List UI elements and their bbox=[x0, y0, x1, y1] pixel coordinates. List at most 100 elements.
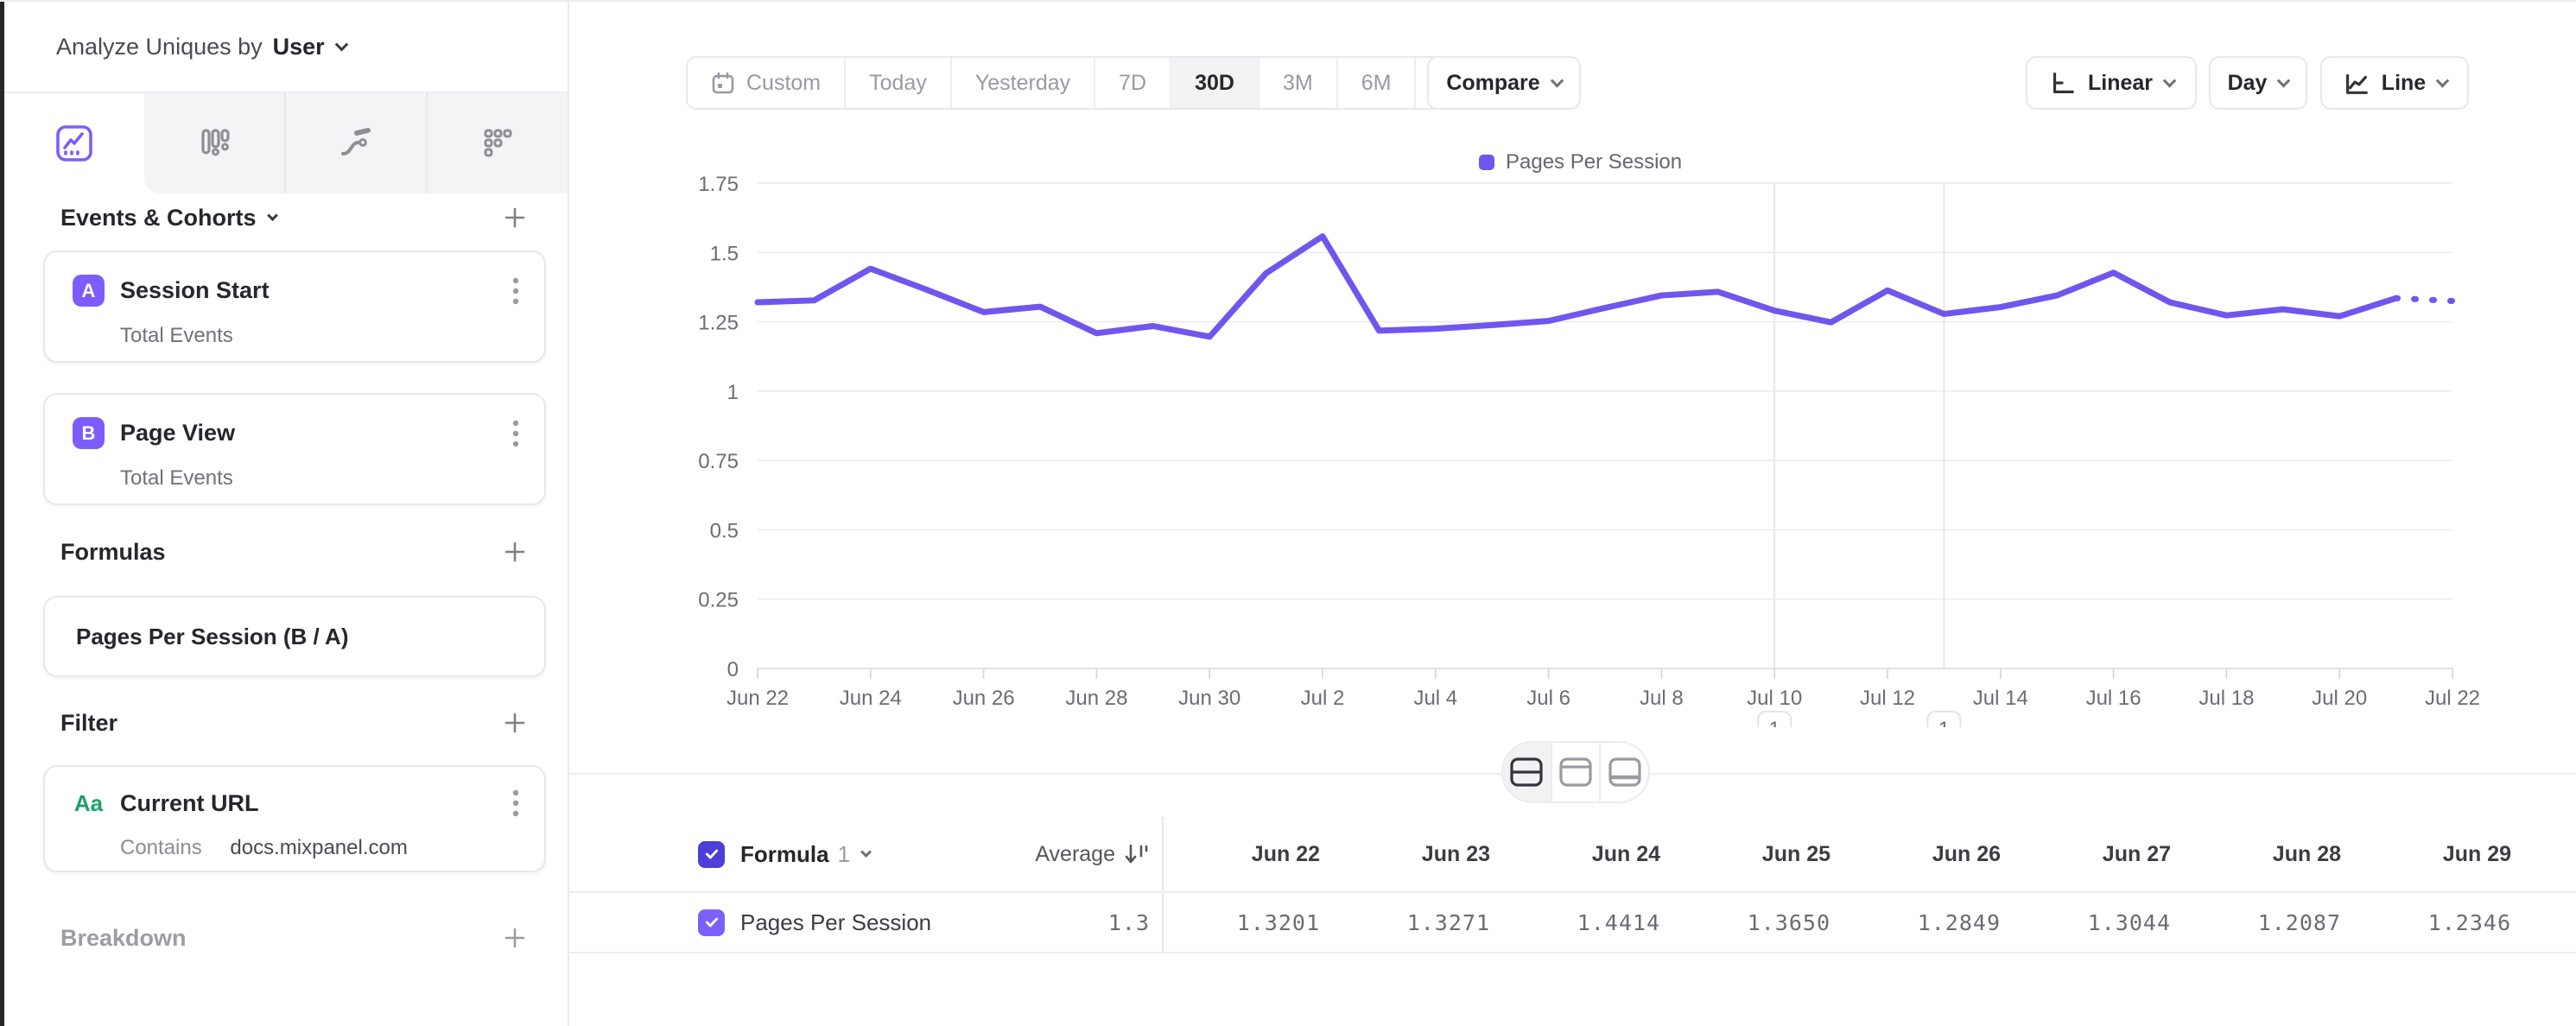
formula-card[interactable]: Pages Per Session (B / A) bbox=[43, 596, 546, 677]
cell-value: 1.4414 bbox=[1504, 910, 1674, 935]
chevron-down-icon bbox=[2163, 73, 2177, 87]
svg-text:Jun 22: Jun 22 bbox=[726, 687, 789, 710]
svg-text:Jun 26: Jun 26 bbox=[953, 687, 1015, 710]
cell-value: 1.3201 bbox=[1164, 910, 1334, 935]
uniques-entity-value: User bbox=[273, 34, 325, 60]
interval-label: Day bbox=[2228, 71, 2268, 96]
event-card-session-start[interactable]: A Session Start Total Events bbox=[43, 250, 546, 363]
chart-type-label: Line bbox=[2382, 71, 2426, 96]
event-metric[interactable]: Total Events bbox=[45, 307, 544, 348]
filter-property-name: Current URL bbox=[120, 790, 511, 817]
select-all-checkbox[interactable] bbox=[698, 841, 725, 868]
svg-text:Jun 28: Jun 28 bbox=[1065, 687, 1127, 710]
svg-text:0: 0 bbox=[727, 658, 739, 681]
add-formula-button[interactable] bbox=[501, 538, 529, 566]
breakdown-section-title: Breakdown bbox=[60, 925, 187, 952]
tab-flows[interactable] bbox=[284, 93, 426, 193]
range-option-30d[interactable]: 30D bbox=[1170, 58, 1258, 108]
svg-text:0.25: 0.25 bbox=[698, 589, 739, 612]
scale-label: Linear bbox=[2088, 71, 2153, 96]
svg-text:Jul 8: Jul 8 bbox=[1640, 687, 1684, 710]
sort-icon bbox=[1124, 842, 1150, 866]
date-column-header: Jun 23 bbox=[1334, 842, 1504, 867]
date-column-header: Jun 28 bbox=[2185, 842, 2355, 867]
add-filter-button[interactable] bbox=[501, 709, 529, 737]
calendar-icon bbox=[711, 71, 735, 95]
events-section-header: Events & Cohorts bbox=[9, 199, 574, 237]
svg-text:Jul 20: Jul 20 bbox=[2312, 687, 2367, 710]
kebab-menu-icon[interactable] bbox=[511, 276, 520, 307]
table-view-icon bbox=[1607, 757, 1643, 788]
cell-value: 1.3271 bbox=[1334, 910, 1504, 935]
event-letter-badge: B bbox=[73, 417, 105, 449]
date-column-header: Jun 26 bbox=[1844, 842, 2014, 867]
svg-text:Jul 2: Jul 2 bbox=[1301, 687, 1345, 710]
cell-value: 1.2849 bbox=[1844, 910, 2014, 935]
line-chart[interactable]: 1.751.51.2510.750.50.250Jun 22Jun 24Jun … bbox=[569, 131, 2576, 727]
formulas-section-title: Formulas bbox=[60, 539, 166, 566]
table-header-row: Formula 1 Average Jun 22Jun 23Jun 24Jun … bbox=[569, 817, 2576, 891]
filter-card-current-url[interactable]: Aa Current URL Contains docs.mixpanel.co… bbox=[43, 765, 546, 872]
compare-button[interactable]: Compare bbox=[1427, 56, 1581, 110]
kebab-menu-icon[interactable] bbox=[511, 788, 520, 819]
formula-name: Pages Per Session (B / A) bbox=[76, 624, 348, 650]
line-chart-icon bbox=[2342, 69, 2370, 97]
annotation-badge[interactable]: 1 bbox=[1758, 712, 1791, 727]
linear-axis-icon bbox=[2048, 69, 2076, 97]
range-option-3m[interactable]: 3M bbox=[1258, 58, 1336, 108]
compare-label: Compare bbox=[1446, 71, 1539, 96]
formula-dropdown[interactable]: Formula 1 bbox=[740, 841, 999, 868]
split-view-icon bbox=[1508, 757, 1545, 788]
range-option-7d[interactable]: 7D bbox=[1094, 58, 1170, 108]
tab-retention[interactable] bbox=[426, 93, 568, 193]
tab-insights[interactable] bbox=[4, 93, 144, 193]
range-option-custom[interactable]: Custom bbox=[688, 58, 844, 108]
analyze-header: Analyze Uniques by User bbox=[4, 2, 568, 93]
svg-text:1: 1 bbox=[1769, 718, 1780, 727]
date-column-header: Jun 29 bbox=[2355, 842, 2525, 867]
range-option-today[interactable]: Today bbox=[844, 58, 950, 108]
results-table: Formula 1 Average Jun 22Jun 23Jun 24Jun … bbox=[569, 817, 2576, 953]
layout-table-button[interactable] bbox=[1599, 743, 1648, 801]
interval-dropdown[interactable]: Day bbox=[2209, 56, 2307, 110]
layout-chart-button[interactable] bbox=[1551, 743, 1600, 801]
series-average: 1.3 bbox=[999, 910, 1150, 935]
range-option-6m[interactable]: 6M bbox=[1336, 58, 1415, 108]
series-checkbox[interactable] bbox=[698, 909, 725, 936]
insights-chart-icon bbox=[54, 123, 95, 164]
string-type-icon: Aa bbox=[73, 790, 105, 817]
add-event-button[interactable] bbox=[501, 204, 529, 231]
svg-text:Jul 10: Jul 10 bbox=[1747, 687, 1802, 710]
add-breakdown-button[interactable] bbox=[501, 924, 529, 952]
chevron-down-icon bbox=[334, 37, 348, 51]
svg-text:Jun 30: Jun 30 bbox=[1178, 687, 1240, 710]
average-sort-header[interactable]: Average bbox=[999, 842, 1150, 867]
filter-value[interactable]: docs.mixpanel.com bbox=[230, 836, 407, 859]
svg-text:0.5: 0.5 bbox=[710, 519, 739, 542]
filter-operator[interactable]: Contains bbox=[120, 836, 202, 859]
scale-dropdown[interactable]: Linear bbox=[2026, 56, 2197, 110]
svg-text:Jul 14: Jul 14 bbox=[1973, 687, 2028, 710]
cell-value: 1.3650 bbox=[1674, 910, 1844, 935]
svg-text:0.75: 0.75 bbox=[698, 450, 739, 473]
svg-text:1: 1 bbox=[727, 381, 739, 404]
svg-text:1.5: 1.5 bbox=[710, 242, 739, 265]
range-option-yesterday[interactable]: Yesterday bbox=[950, 58, 1094, 108]
tab-funnels[interactable] bbox=[144, 93, 284, 193]
event-metric[interactable]: Total Events bbox=[45, 449, 544, 491]
formulas-section-header: Formulas bbox=[9, 533, 574, 571]
uniques-entity-dropdown[interactable]: User bbox=[263, 34, 346, 60]
event-card-page-view[interactable]: B Page View Total Events bbox=[43, 393, 546, 505]
date-column-header: Jun 27 bbox=[2014, 842, 2185, 867]
events-section-title[interactable]: Events & Cohorts bbox=[60, 205, 276, 231]
annotation-badge[interactable]: 1 bbox=[1927, 712, 1960, 727]
chart-view-icon bbox=[1558, 757, 1594, 788]
average-label: Average bbox=[1035, 842, 1115, 867]
layout-split-button[interactable] bbox=[1503, 743, 1551, 801]
retention-grid-icon bbox=[477, 123, 518, 164]
kebab-menu-icon[interactable] bbox=[511, 418, 520, 449]
svg-text:1.75: 1.75 bbox=[698, 173, 739, 196]
flows-icon bbox=[335, 123, 377, 164]
chart-type-dropdown[interactable]: Line bbox=[2320, 56, 2469, 110]
chevron-down-icon bbox=[2436, 73, 2450, 87]
